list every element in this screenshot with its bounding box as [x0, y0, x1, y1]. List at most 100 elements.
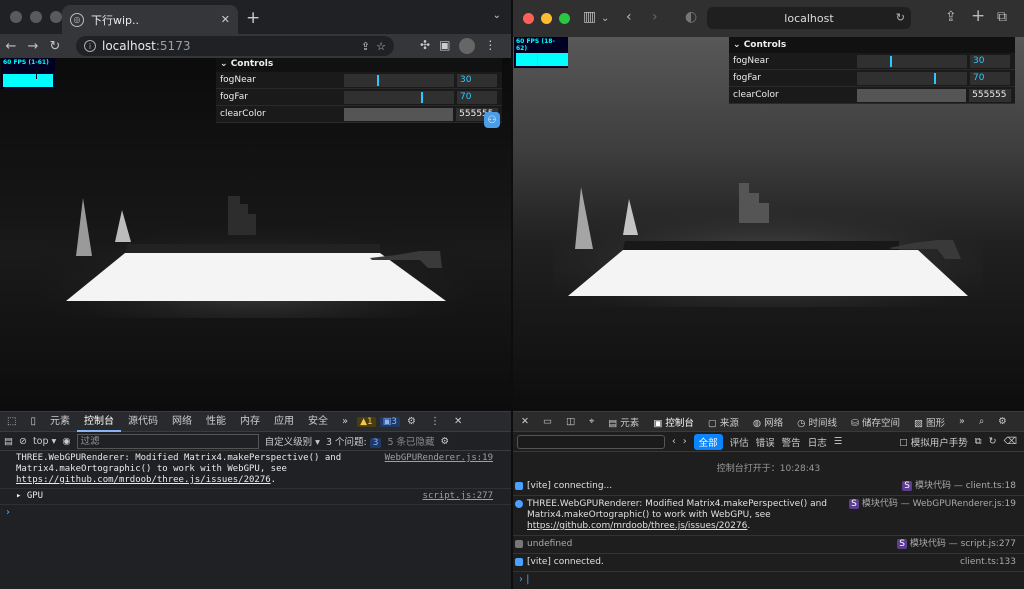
zoom-dot[interactable]: [50, 11, 62, 23]
browser-tab[interactable]: ◎ 下行wip.. ✕: [62, 5, 238, 34]
close-dot[interactable]: [523, 13, 534, 24]
source-file[interactable]: client.ts:133: [960, 557, 1016, 568]
tab-overview-icon[interactable]: ⧉: [997, 9, 1007, 25]
console-prompt[interactable]: › |: [513, 572, 1024, 587]
level-evaluations[interactable]: 评估: [730, 435, 749, 449]
filter-options-icon[interactable]: ☰: [834, 436, 843, 447]
tab-security[interactable]: 安全: [301, 412, 335, 432]
element-picker-icon[interactable]: ⌖: [584, 416, 599, 427]
level-logs[interactable]: 日志: [808, 435, 827, 449]
share-icon[interactable]: ⇪: [945, 9, 957, 25]
privacy-shield-icon[interactable]: ◐: [685, 9, 697, 25]
live-expression-eye-icon[interactable]: ◉: [62, 436, 70, 447]
tab-sources[interactable]: 源代码: [121, 412, 165, 432]
close-dot[interactable]: [10, 11, 22, 23]
expand-triangle-icon[interactable]: ▸: [16, 491, 21, 501]
profile-avatar[interactable]: [459, 38, 476, 54]
extensions-icon[interactable]: ✣: [420, 38, 430, 54]
console-filter-input[interactable]: 过滤: [76, 433, 259, 449]
back-icon[interactable]: ‹: [626, 9, 632, 25]
fps-stats-panel[interactable]: 60 FPS (1-61): [1, 58, 55, 89]
level-warnings[interactable]: 警告: [782, 435, 801, 449]
close-devtools-icon[interactable]: ✕: [447, 412, 469, 432]
forward-icon[interactable]: →: [22, 39, 44, 54]
fogNear-input[interactable]: 30: [970, 54, 1010, 68]
back-icon[interactable]: ←: [0, 39, 22, 54]
search-icon[interactable]: ⌕: [974, 416, 989, 427]
side-panel-icon[interactable]: ▣: [439, 38, 450, 54]
device-toggle-icon[interactable]: ▯: [23, 412, 43, 432]
floating-extension-icon[interactable]: ⚇: [484, 112, 500, 128]
level-all[interactable]: 全部: [693, 433, 723, 450]
share-icon[interactable]: ⇪: [361, 40, 370, 53]
address-bar[interactable]: localhost ↻: [707, 7, 911, 29]
fps-stats-panel[interactable]: 60 FPS (18-62): [514, 37, 568, 68]
devtools-menu-icon[interactable]: ⋮: [423, 412, 447, 432]
forward-icon[interactable]: ›: [652, 9, 658, 25]
prev-icon[interactable]: ‹: [672, 436, 676, 447]
tab-elements[interactable]: ▤ 元素: [603, 415, 644, 429]
zoom-dot[interactable]: [559, 13, 570, 24]
issue-link[interactable]: https://github.com/mrdoob/three.js/issue…: [527, 521, 747, 531]
sidebar-icon[interactable]: ▥: [583, 9, 596, 25]
reload-icon[interactable]: ↻: [989, 436, 997, 447]
export-icon[interactable]: ⧉: [975, 436, 982, 447]
message-source[interactable]: S 模块代码 — WebGPURenderer.js:19: [849, 499, 1016, 510]
tab-performance[interactable]: 性能: [199, 412, 233, 432]
fogFar-slider[interactable]: [344, 90, 454, 104]
clearColor-swatch[interactable]: [856, 88, 967, 102]
sidebar-chevron-icon[interactable]: ⌄: [601, 13, 609, 24]
fogNear-slider[interactable]: [857, 54, 967, 68]
tab-application[interactable]: 应用: [267, 412, 301, 432]
dock-icon[interactable]: ▭: [538, 416, 557, 427]
menu-kebab-icon[interactable]: ⋮: [484, 38, 496, 54]
more-tabs-icon[interactable]: »: [954, 416, 970, 427]
message-source[interactable]: S 模块代码 — client.ts:18: [902, 481, 1016, 492]
gui-title[interactable]: ⌄ Controls: [729, 37, 1015, 53]
fogFar-slider[interactable]: [857, 71, 967, 85]
message-text[interactable]: GPU: [27, 491, 43, 501]
site-info-icon[interactable]: i: [84, 40, 96, 52]
fogNear-input[interactable]: 30: [457, 73, 497, 87]
address-bar[interactable]: i localhost:5173 ⇪ ☆: [76, 36, 394, 56]
gui-title[interactable]: ⌄ Controls: [216, 58, 502, 72]
fogFar-input[interactable]: 70: [970, 71, 1010, 85]
tab-graphics[interactable]: ▨ 图形: [909, 415, 950, 429]
fogNear-slider[interactable]: [344, 73, 454, 87]
context-selector[interactable]: top ▾: [33, 436, 56, 447]
next-icon[interactable]: ›: [683, 436, 687, 447]
tab-search-chevron-icon[interactable]: ⌄: [493, 10, 501, 21]
settings-gear-icon[interactable]: ⚙: [400, 412, 423, 432]
minimize-dot[interactable]: [30, 11, 42, 23]
mock-gesture-checkbox[interactable]: ☐ 模拟用户手势: [899, 435, 968, 449]
console-settings-gear-icon[interactable]: ⚙: [441, 436, 450, 447]
message-source-link[interactable]: script.js:277: [423, 491, 493, 502]
clearColor-input[interactable]: 555555: [969, 88, 1011, 102]
issues-counter[interactable]: 3 个问题: 3: [326, 434, 382, 448]
bookmark-star-icon[interactable]: ☆: [376, 40, 386, 53]
tab-sources[interactable]: ▢ 来源: [703, 415, 744, 429]
minimize-dot[interactable]: [541, 13, 552, 24]
clear-console-icon[interactable]: ⊘: [19, 436, 27, 447]
reload-icon[interactable]: ↻: [896, 11, 905, 24]
warning-badge[interactable]: ▲1: [357, 416, 376, 427]
settings-gear-icon[interactable]: ⚙: [993, 416, 1012, 427]
tab-console[interactable]: ▣ 控制台: [648, 415, 699, 429]
tab-network[interactable]: 网络: [165, 412, 199, 432]
webgpu-canvas[interactable]: 60 FPS (1-61) ⌄ Controls fogNear 30 fogF…: [0, 58, 511, 411]
reload-icon[interactable]: ↻: [44, 39, 66, 54]
more-tabs-icon[interactable]: »: [335, 412, 355, 432]
message-source[interactable]: S 模块代码 — script.js:277: [897, 539, 1016, 550]
tab-storage[interactable]: ⛁ 储存空间: [846, 415, 905, 429]
inspect-icon[interactable]: ⬚: [0, 412, 23, 432]
issue-link[interactable]: https://github.com/mrdoob/three.js/issue…: [16, 475, 271, 485]
console-prompt[interactable]: ›: [0, 505, 511, 520]
webgpu-canvas[interactable]: 60 FPS (18-62) ⌄ Controls fogNear 30 fog…: [513, 37, 1024, 411]
clearColor-swatch[interactable]: [343, 107, 454, 121]
tab-memory[interactable]: 内存: [233, 412, 267, 432]
console-filter-input[interactable]: [517, 434, 665, 449]
level-errors[interactable]: 错误: [756, 435, 775, 449]
tab-timelines[interactable]: ◷ 时间线: [792, 415, 842, 429]
dock-side-icon[interactable]: ◫: [561, 416, 580, 427]
clear-console-icon[interactable]: ⌫: [1004, 436, 1017, 447]
